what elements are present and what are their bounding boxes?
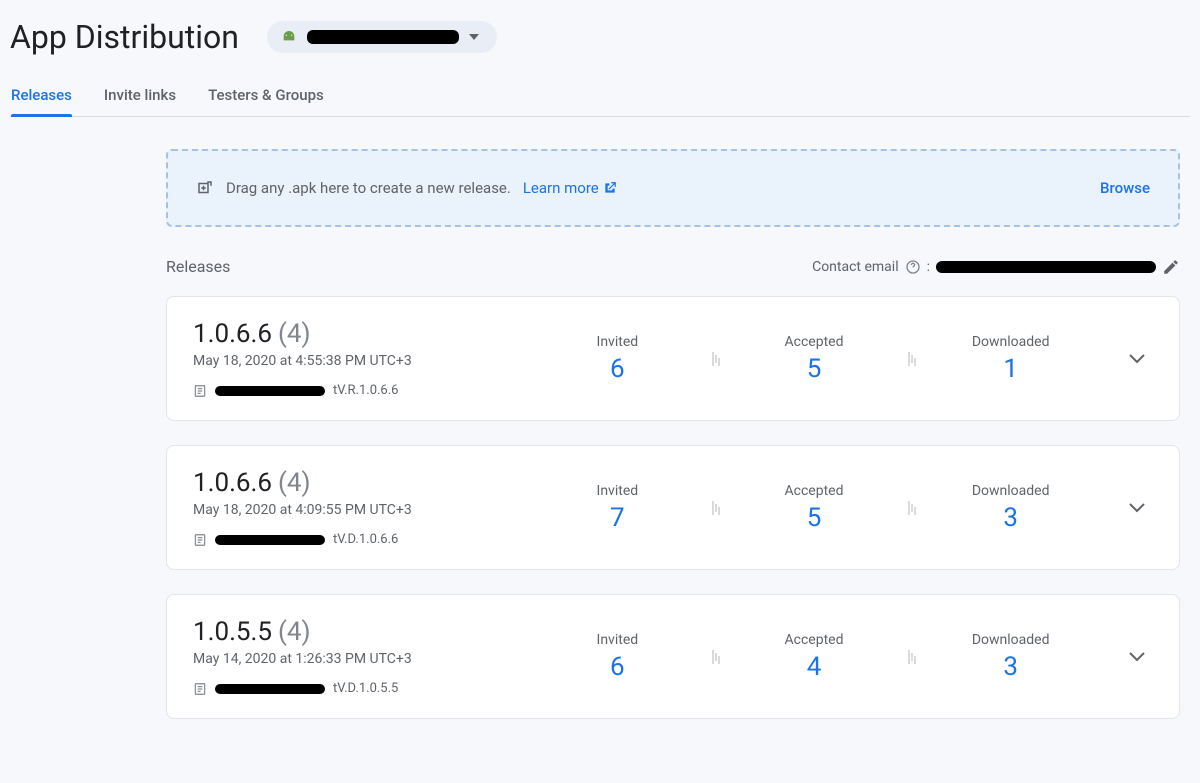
release-card: 1.0.5.5 (4) May 14, 2020 at 1:26:33 PM U… xyxy=(166,594,1180,719)
android-icon xyxy=(281,29,297,45)
add-file-icon xyxy=(196,179,214,197)
contact-email-redacted xyxy=(936,261,1156,273)
release-notes-row: tV.D.1.0.5.5 xyxy=(193,681,523,696)
tab-invite-links[interactable]: Invite links xyxy=(104,76,176,116)
contact-email-label: Contact email xyxy=(812,259,899,275)
tab-releases[interactable]: Releases xyxy=(11,76,72,116)
release-timestamp: May 14, 2020 at 1:26:33 PM UTC+3 xyxy=(193,651,523,667)
edit-icon[interactable] xyxy=(1162,258,1180,276)
divider-icon xyxy=(712,501,720,515)
stat-invited: Invited 6 xyxy=(523,334,712,384)
divider-icon xyxy=(908,650,916,664)
divider-icon xyxy=(712,650,720,664)
stat-accepted: Accepted 5 xyxy=(720,483,909,533)
upload-dropzone[interactable]: Drag any .apk here to create a new relea… xyxy=(166,149,1180,227)
release-build-count: (4) xyxy=(278,617,311,647)
chevron-down-icon xyxy=(1129,500,1145,516)
stat-invited: Invited 6 xyxy=(523,632,712,682)
release-card: 1.0.6.6 (4) May 18, 2020 at 4:09:55 PM U… xyxy=(166,445,1180,570)
release-notes-row: tV.D.1.0.6.6 xyxy=(193,532,523,547)
release-stats: Invited 7 Accepted 5 Downloaded 3 xyxy=(523,483,1105,533)
release-notes-row: tV.R.1.0.6.6 xyxy=(193,383,523,398)
releases-header: Releases Contact email : xyxy=(166,257,1180,276)
release-card: 1.0.6.6 (4) May 18, 2020 at 4:55:38 PM U… xyxy=(166,296,1180,421)
header: App Distribution Releases Invite links T… xyxy=(0,0,1200,117)
browse-button[interactable]: Browse xyxy=(1100,179,1150,197)
stat-downloaded: Downloaded 3 xyxy=(916,632,1105,682)
release-build-count: (4) xyxy=(278,319,311,349)
filename-suffix: tV.D.1.0.5.5 xyxy=(333,681,398,696)
stat-invited: Invited 7 xyxy=(523,483,712,533)
release-version: 1.0.6.6 xyxy=(193,319,272,349)
title-row: App Distribution xyxy=(10,18,1190,56)
version-row: 1.0.5.5 (4) xyxy=(193,617,523,647)
expand-release-button[interactable] xyxy=(1105,649,1145,665)
dropzone-text: Drag any .apk here to create a new relea… xyxy=(226,179,511,197)
release-info: 1.0.6.6 (4) May 18, 2020 at 4:09:55 PM U… xyxy=(193,468,523,547)
page-title: App Distribution xyxy=(10,18,239,56)
tabs: Releases Invite links Testers & Groups xyxy=(10,76,1190,117)
app-name-redacted xyxy=(307,30,459,44)
chevron-down-icon xyxy=(469,32,479,42)
release-info: 1.0.5.5 (4) May 14, 2020 at 1:26:33 PM U… xyxy=(193,617,523,696)
expand-release-button[interactable] xyxy=(1105,351,1145,367)
divider-icon xyxy=(712,352,720,366)
release-stats: Invited 6 Accepted 4 Downloaded 3 xyxy=(523,632,1105,682)
release-timestamp: May 18, 2020 at 4:09:55 PM UTC+3 xyxy=(193,502,523,518)
content-area: Drag any .apk here to create a new relea… xyxy=(0,117,1200,783)
release-stats: Invited 6 Accepted 5 Downloaded 1 xyxy=(523,334,1105,384)
stat-accepted: Accepted 5 xyxy=(720,334,909,384)
release-timestamp: May 18, 2020 at 4:55:38 PM UTC+3 xyxy=(193,353,523,369)
stat-downloaded: Downloaded 1 xyxy=(916,334,1105,384)
stat-downloaded: Downloaded 3 xyxy=(916,483,1105,533)
stat-accepted: Accepted 4 xyxy=(720,632,909,682)
app-selector-dropdown[interactable] xyxy=(267,21,497,53)
help-icon[interactable] xyxy=(905,259,921,275)
filename-redacted xyxy=(215,535,325,545)
release-build-count: (4) xyxy=(278,468,311,498)
divider-icon xyxy=(908,352,916,366)
tab-testers-groups[interactable]: Testers & Groups xyxy=(208,76,324,116)
releases-title: Releases xyxy=(166,257,230,276)
learn-more-link[interactable]: Learn more xyxy=(523,179,617,197)
chevron-down-icon xyxy=(1129,351,1145,367)
dropzone-message: Drag any .apk here to create a new relea… xyxy=(196,179,617,197)
external-link-icon xyxy=(603,181,617,195)
notes-icon xyxy=(193,384,207,398)
chevron-down-icon xyxy=(1129,649,1145,665)
release-version: 1.0.6.6 xyxy=(193,468,272,498)
divider-icon xyxy=(908,501,916,515)
contact-email-row: Contact email : xyxy=(812,258,1180,276)
notes-icon xyxy=(193,533,207,547)
release-info: 1.0.6.6 (4) May 18, 2020 at 4:55:38 PM U… xyxy=(193,319,523,398)
release-version: 1.0.5.5 xyxy=(193,617,272,647)
notes-icon xyxy=(193,682,207,696)
filename-suffix: tV.R.1.0.6.6 xyxy=(333,383,398,398)
filename-redacted xyxy=(215,386,325,396)
version-row: 1.0.6.6 (4) xyxy=(193,468,523,498)
filename-redacted xyxy=(215,684,325,694)
expand-release-button[interactable] xyxy=(1105,500,1145,516)
filename-suffix: tV.D.1.0.6.6 xyxy=(333,532,398,547)
version-row: 1.0.6.6 (4) xyxy=(193,319,523,349)
